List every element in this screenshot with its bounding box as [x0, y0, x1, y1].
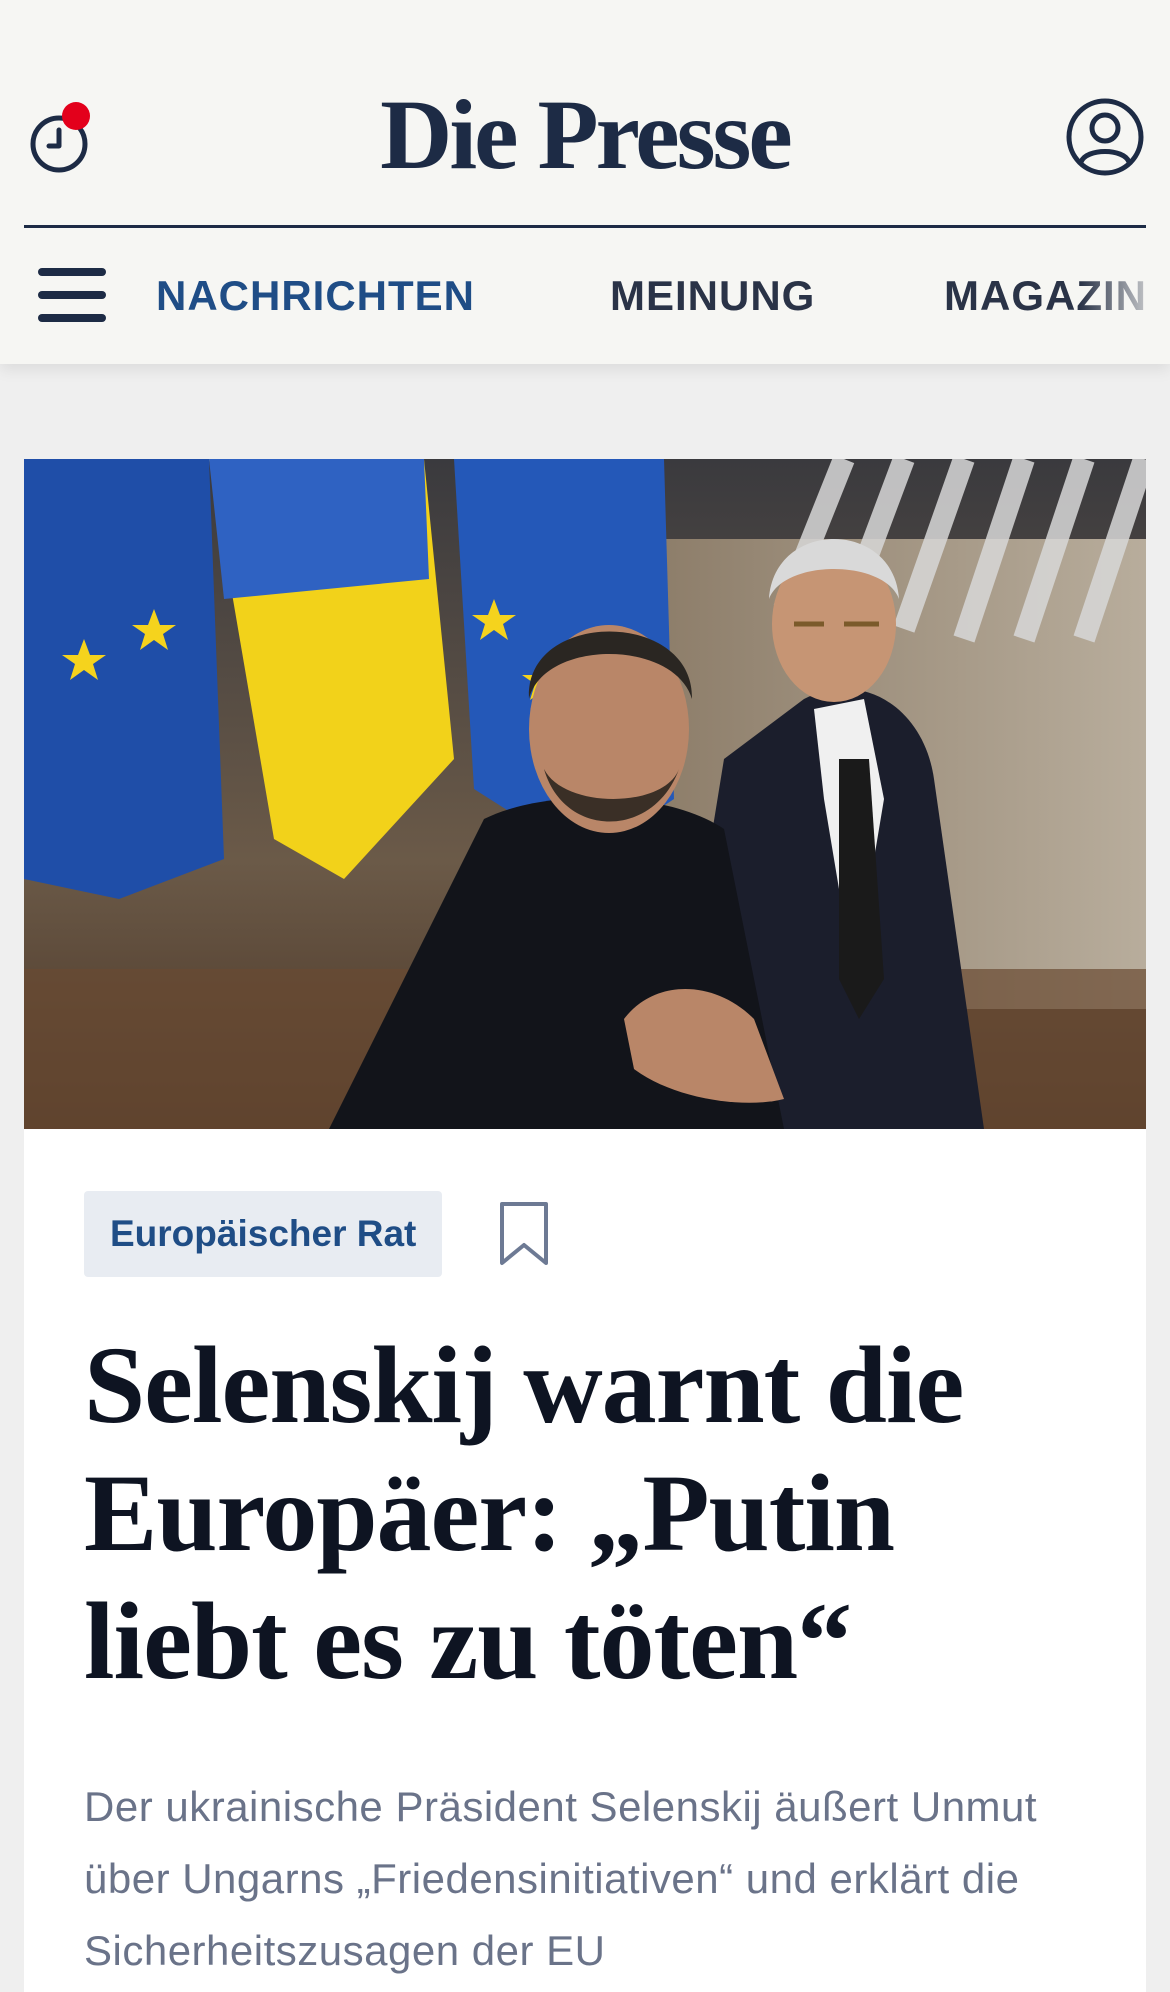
bookmark-icon: [500, 1202, 548, 1265]
site-logo[interactable]: Die Presse: [0, 80, 1170, 190]
header-top-bar: Die Presse: [0, 0, 1170, 226]
hero-photo: [24, 459, 1146, 1129]
article-lead: Der ukrainische Präsident Selenskij äuße…: [84, 1783, 1038, 1974]
notification-dot: [62, 102, 90, 130]
history-button[interactable]: [28, 100, 94, 174]
nav-item-nachrichten[interactable]: NACHRICHTEN: [156, 272, 475, 320]
hamburger-menu-icon[interactable]: [38, 268, 106, 324]
account-button[interactable]: [1064, 96, 1146, 178]
article-headline[interactable]: Selenskij warnt die Europäer: „Putin lie…: [84, 1321, 1094, 1705]
bookmark-button[interactable]: [498, 1201, 550, 1267]
nav-item-magazin[interactable]: MAGAZIN: [944, 272, 1147, 320]
history-clock-icon: [30, 102, 90, 173]
category-tag[interactable]: Europäischer Rat: [84, 1191, 443, 1277]
nav-item-meinung[interactable]: MEINUNG: [610, 272, 815, 320]
main-navigation: NACHRICHTEN MEINUNG MAGAZIN: [0, 228, 1170, 364]
site-header: Die Presse NACHRICHTEN MEINUNG MAGAZIN: [0, 0, 1170, 364]
user-account-icon: [1066, 98, 1144, 176]
article-card: Europäischer Rat Selenskij warnt die Eur…: [24, 459, 1146, 1992]
article-hero-image[interactable]: [24, 459, 1146, 1129]
